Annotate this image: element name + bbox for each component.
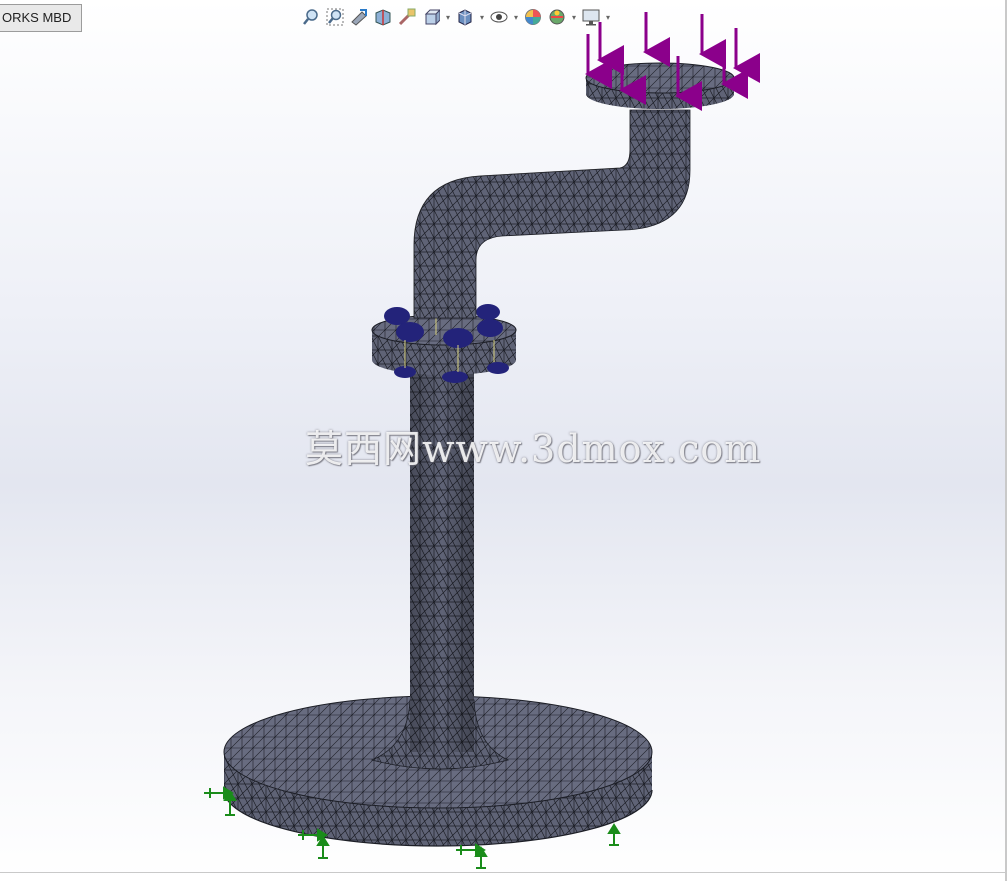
chevron-down-icon[interactable]: ▾ [444, 13, 452, 22]
chevron-down-icon[interactable]: ▾ [604, 13, 612, 22]
heads-up-view-toolbar: ▾ ▾ ▾ ▾ ▾ [300, 6, 612, 28]
view-settings-icon[interactable] [580, 6, 602, 28]
bent-pipe [413, 109, 691, 319]
chevron-down-icon[interactable]: ▾ [570, 13, 578, 22]
apply-scene-icon[interactable] [546, 6, 568, 28]
dynamic-annotation-icon[interactable] [396, 6, 418, 28]
hide-show-items-icon[interactable] [488, 6, 510, 28]
view-orientation-icon[interactable] [420, 6, 442, 28]
display-style-icon[interactable] [454, 6, 476, 28]
mbd-tab[interactable]: ORKS MBD [0, 4, 83, 32]
chevron-down-icon[interactable]: ▾ [478, 13, 486, 22]
zoom-to-area-icon[interactable] [324, 6, 346, 28]
chevron-down-icon[interactable]: ▾ [512, 13, 520, 22]
viewport-border [0, 872, 1007, 873]
section-view-icon[interactable] [372, 6, 394, 28]
watermark-text: 莫西网www.3dmox.com [305, 427, 762, 471]
previous-view-icon[interactable] [348, 6, 370, 28]
zoom-to-fit-icon[interactable] [300, 6, 322, 28]
edit-appearance-icon[interactable] [522, 6, 544, 28]
top-flange [585, 62, 735, 109]
